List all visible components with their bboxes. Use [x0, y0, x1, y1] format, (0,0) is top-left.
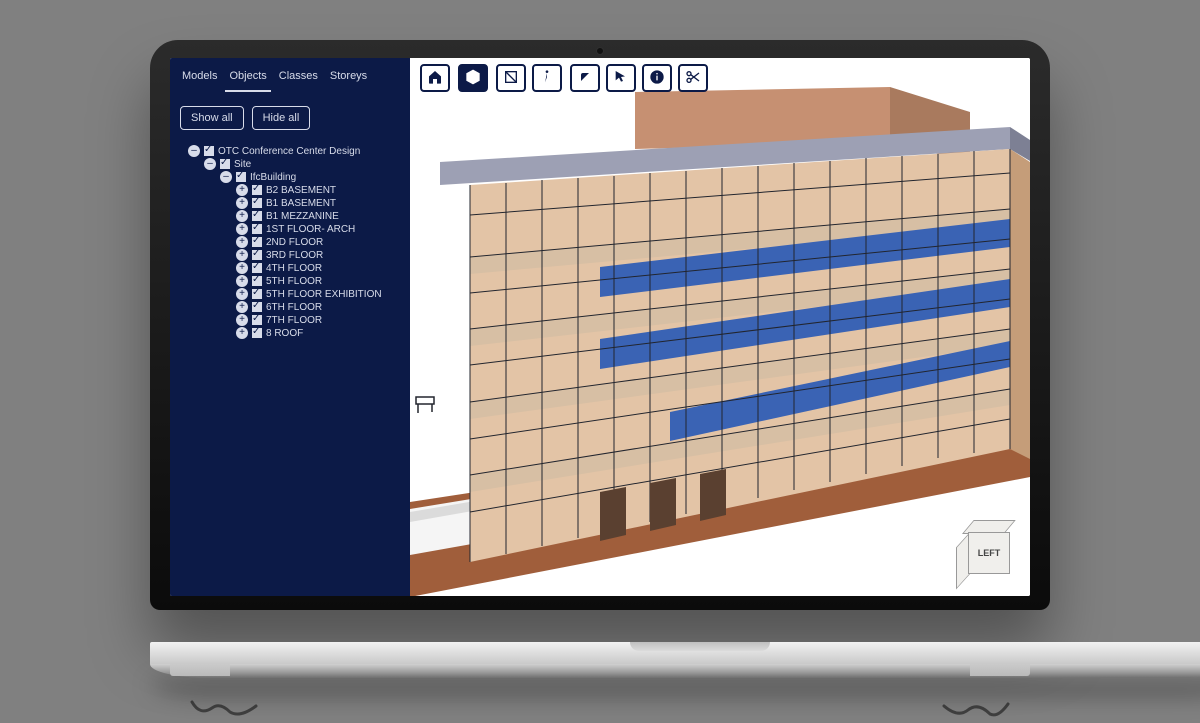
home-button[interactable] — [420, 64, 450, 92]
walk-icon — [539, 69, 555, 88]
expand-toggle[interactable]: + — [236, 288, 248, 300]
home-icon — [427, 69, 443, 88]
section-button[interactable] — [496, 64, 526, 92]
tree-node-label[interactable]: 6TH FLOOR — [266, 302, 322, 313]
section-icon — [503, 69, 519, 88]
visibility-checkbox[interactable] — [252, 224, 262, 234]
visibility-checkbox[interactable] — [252, 263, 262, 273]
visibility-checkbox[interactable] — [252, 185, 262, 195]
info-button[interactable] — [642, 64, 672, 92]
expand-toggle[interactable]: + — [236, 275, 248, 287]
visibility-checkbox[interactable] — [252, 237, 262, 247]
laptop-base — [150, 642, 1050, 692]
visibility-checkbox[interactable] — [220, 159, 230, 169]
tab-models[interactable]: Models — [178, 66, 221, 92]
screen: ModelsObjectsClassesStoreys Show all Hid… — [170, 58, 1030, 596]
tree-node-label[interactable]: 7TH FLOOR — [266, 315, 322, 326]
visibility-checkbox[interactable] — [252, 276, 262, 286]
expand-toggle[interactable]: + — [236, 210, 248, 222]
hide-icon — [577, 69, 593, 88]
cube-icon — [465, 69, 481, 88]
collapse-toggle[interactable]: – — [220, 171, 232, 183]
visibility-checkbox[interactable] — [252, 328, 262, 338]
tab-storeys[interactable]: Storeys — [326, 66, 371, 92]
visibility-checkbox[interactable] — [204, 146, 214, 156]
object-tree: –OTC Conference Center Design–Site–IfcBu… — [170, 140, 410, 339]
tab-objects[interactable]: Objects — [225, 66, 270, 92]
expand-toggle[interactable]: + — [236, 197, 248, 209]
tree-node-label[interactable]: 2ND FLOOR — [266, 237, 323, 248]
viewer[interactable]: LEFT — [410, 58, 1030, 596]
tree-node-label[interactable]: IfcBuilding — [250, 172, 296, 183]
visibility-checkbox[interactable] — [252, 315, 262, 325]
nav-cube[interactable]: LEFT — [956, 520, 1012, 576]
nav-cube-front[interactable]: LEFT — [968, 532, 1010, 574]
tree-node-label[interactable]: B2 BASEMENT — [266, 185, 336, 196]
tree-node-label[interactable]: B1 BASEMENT — [266, 198, 336, 209]
sidebar: ModelsObjectsClassesStoreys Show all Hid… — [170, 58, 410, 596]
tree-node-label[interactable]: Site — [234, 159, 251, 170]
snip-icon — [685, 69, 701, 88]
walk-button[interactable] — [532, 64, 562, 92]
visibility-checkbox[interactable] — [252, 289, 262, 299]
laptop-bezel: ModelsObjectsClassesStoreys Show all Hid… — [150, 40, 1050, 610]
tree-node-label[interactable]: OTC Conference Center Design — [218, 146, 360, 157]
hide-all-button[interactable]: Hide all — [252, 106, 311, 130]
hide-button[interactable] — [570, 64, 600, 92]
expand-toggle[interactable]: + — [236, 327, 248, 339]
expand-toggle[interactable]: + — [236, 223, 248, 235]
collapse-toggle[interactable]: – — [204, 158, 216, 170]
visibility-checkbox[interactable] — [252, 198, 262, 208]
collapse-toggle[interactable]: – — [188, 145, 200, 157]
cube-button[interactable] — [458, 64, 488, 92]
tree-node-label[interactable]: 5TH FLOOR — [266, 276, 322, 287]
tabs: ModelsObjectsClassesStoreys — [170, 66, 410, 96]
info-icon — [649, 69, 665, 88]
expand-toggle[interactable]: + — [236, 314, 248, 326]
expand-toggle[interactable]: + — [236, 249, 248, 261]
camera-dot — [596, 47, 604, 55]
laptop-mockup: ModelsObjectsClassesStoreys Show all Hid… — [150, 40, 1050, 610]
tree-node-label[interactable]: 3RD FLOOR — [266, 250, 323, 261]
tree-node-label[interactable]: 5TH FLOOR EXHIBITION — [266, 289, 382, 300]
show-all-button[interactable]: Show all — [180, 106, 244, 130]
visibility-checkbox[interactable] — [252, 302, 262, 312]
tab-classes[interactable]: Classes — [275, 66, 322, 92]
expand-toggle[interactable]: + — [236, 301, 248, 313]
scene-3d[interactable] — [410, 58, 1030, 596]
toolbar — [420, 64, 708, 92]
tree-node-label[interactable]: 8 ROOF — [266, 328, 303, 339]
tree-node-label[interactable]: B1 MEZZANINE — [266, 211, 339, 222]
select-button[interactable] — [606, 64, 636, 92]
visibility-checkbox[interactable] — [252, 211, 262, 221]
tree-node-label[interactable]: 1ST FLOOR- ARCH — [266, 224, 355, 235]
select-icon — [613, 69, 629, 88]
expand-toggle[interactable]: + — [236, 184, 248, 196]
visibility-checkbox[interactable] — [236, 172, 246, 182]
tree-node-label[interactable]: 4TH FLOOR — [266, 263, 322, 274]
expand-toggle[interactable]: + — [236, 262, 248, 274]
visibility-checkbox[interactable] — [252, 250, 262, 260]
snip-button[interactable] — [678, 64, 708, 92]
expand-toggle[interactable]: + — [236, 236, 248, 248]
